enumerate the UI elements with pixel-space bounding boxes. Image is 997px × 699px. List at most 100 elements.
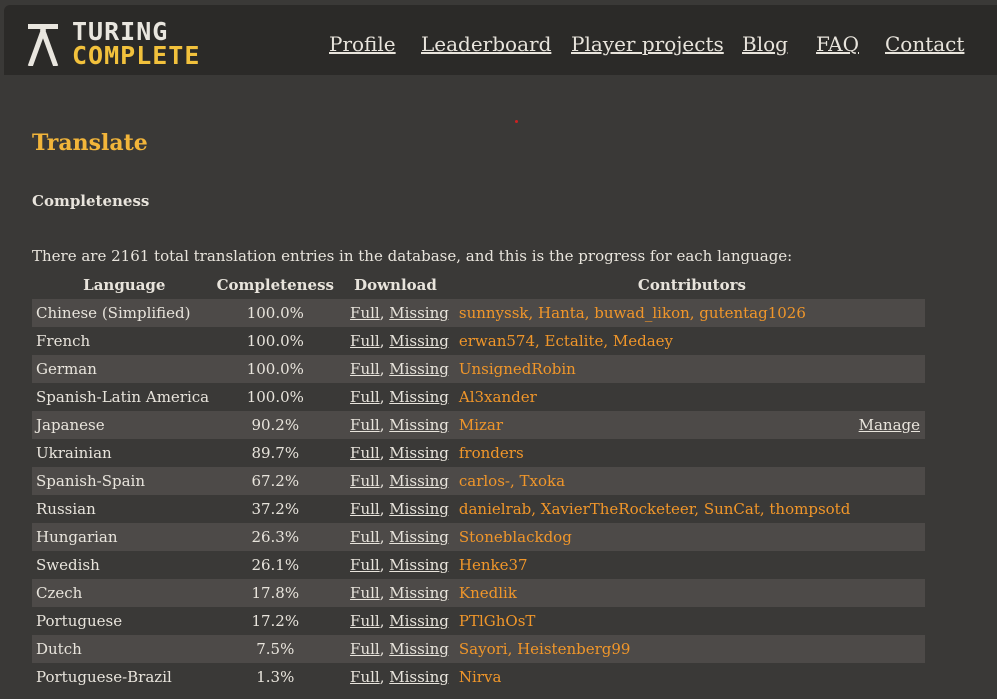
- nav-blog[interactable]: Blog: [742, 32, 788, 56]
- completeness-cell: 100.0%: [216, 327, 334, 355]
- download-missing-link[interactable]: Missing: [389, 416, 449, 434]
- download-missing-link[interactable]: Missing: [389, 332, 449, 350]
- download-separator: ,: [379, 360, 390, 378]
- download-full-link[interactable]: Full: [350, 500, 380, 518]
- download-full-link[interactable]: Full: [350, 444, 380, 462]
- download-missing-link[interactable]: Missing: [389, 360, 449, 378]
- download-cell: Full, Missing: [333, 411, 459, 439]
- manage-cell: [850, 327, 925, 355]
- completeness-cell: 90.2%: [216, 411, 334, 439]
- table-row: Ukrainian 89.7% Full, Missing fronders: [32, 439, 925, 467]
- completeness-cell: 17.2%: [216, 607, 334, 635]
- completeness-cell: 17.8%: [216, 579, 334, 607]
- language-cell: Russian: [32, 495, 217, 523]
- contributors-cell: UnsignedRobin: [458, 355, 851, 383]
- download-full-link[interactable]: Full: [350, 612, 380, 630]
- download-cell: Full, Missing: [333, 327, 459, 355]
- language-cell: Portuguese: [32, 607, 217, 635]
- download-full-link[interactable]: Full: [350, 472, 380, 490]
- table-row: Swedish 26.1% Full, Missing Henke37: [32, 551, 925, 579]
- language-cell: Czech: [32, 579, 217, 607]
- language-cell: German: [32, 355, 217, 383]
- contributors-cell: Sayori, Heistenberg99: [458, 635, 851, 663]
- download-full-link[interactable]: Full: [350, 304, 380, 322]
- language-cell: Portuguese-Brazil: [32, 663, 217, 691]
- download-cell: Full, Missing: [333, 439, 459, 467]
- language-cell: Dutch: [32, 635, 217, 663]
- download-missing-link[interactable]: Missing: [389, 472, 449, 490]
- manage-cell: Manage: [850, 411, 925, 439]
- download-missing-link[interactable]: Missing: [389, 528, 449, 546]
- download-missing-link[interactable]: Missing: [389, 444, 449, 462]
- contributors-cell: danielrab, XavierTheRocketeer, SunCat, t…: [458, 495, 851, 523]
- manage-cell: [850, 383, 925, 411]
- language-cell: Swedish: [32, 551, 217, 579]
- completeness-cell: 26.1%: [216, 551, 334, 579]
- header-download: Download: [354, 276, 437, 294]
- completeness-cell: 89.7%: [216, 439, 334, 467]
- language-cell: Ukrainian: [32, 439, 217, 467]
- language-cell: Spanish-Spain: [32, 467, 217, 495]
- completeness-cell: 7.5%: [216, 635, 334, 663]
- download-missing-link[interactable]: Missing: [389, 304, 449, 322]
- download-full-link[interactable]: Full: [350, 416, 380, 434]
- download-separator: ,: [379, 304, 390, 322]
- download-cell: Full, Missing: [333, 467, 459, 495]
- download-cell: Full, Missing: [333, 299, 459, 327]
- nav-player-projects[interactable]: Player projects: [571, 32, 724, 56]
- completeness-cell: 26.3%: [216, 523, 334, 551]
- download-cell: Full, Missing: [333, 383, 459, 411]
- download-missing-link[interactable]: Missing: [389, 668, 449, 686]
- download-missing-link[interactable]: Missing: [389, 584, 449, 602]
- download-missing-link[interactable]: Missing: [389, 612, 449, 630]
- nav-faq[interactable]: FAQ: [816, 32, 859, 56]
- download-separator: ,: [379, 500, 390, 518]
- download-separator: ,: [379, 668, 390, 686]
- header-completeness: Completeness: [216, 276, 334, 294]
- manage-cell: [850, 663, 925, 691]
- download-full-link[interactable]: Full: [350, 332, 380, 350]
- download-full-link[interactable]: Full: [350, 584, 380, 602]
- contributors-cell: erwan574, Ectalite, Medaey: [458, 327, 851, 355]
- contributors-cell: Stoneblackdog: [458, 523, 851, 551]
- contributors-cell: Knedlik: [458, 579, 851, 607]
- download-separator: ,: [379, 472, 390, 490]
- download-separator: ,: [379, 528, 390, 546]
- completeness-cell: 67.2%: [216, 467, 334, 495]
- download-full-link[interactable]: Full: [350, 360, 380, 378]
- table-row: Portuguese-Brazil 1.3% Full, Missing Nirva: [32, 663, 925, 691]
- download-full-link[interactable]: Full: [350, 388, 380, 406]
- table-row: Hungarian 26.3% Full, Missing Stoneblackdog: [32, 523, 925, 551]
- table-row: Dutch 7.5% Full, Missing Sayori, Heistenber…: [32, 635, 925, 663]
- manage-cell: [850, 439, 925, 467]
- nav-leaderboard[interactable]: Leaderboard: [421, 32, 551, 56]
- download-missing-link[interactable]: Missing: [389, 640, 449, 658]
- completeness-cell: 100.0%: [216, 299, 334, 327]
- table-body: Chinese (Simplified) 100.0% Full, Missing s…: [32, 299, 925, 691]
- download-cell: Full, Missing: [333, 635, 459, 663]
- manage-link[interactable]: Manage: [859, 416, 920, 434]
- table-row: Spanish-Latin America 100.0% Full, Missing…: [32, 383, 925, 411]
- download-full-link[interactable]: Full: [350, 668, 380, 686]
- section-heading: Completeness: [32, 192, 150, 210]
- nav-profile[interactable]: Profile: [329, 32, 396, 56]
- contributors-cell: fronders: [458, 439, 851, 467]
- completeness-cell: 100.0%: [216, 383, 334, 411]
- download-missing-link[interactable]: Missing: [389, 556, 449, 574]
- download-separator: ,: [379, 388, 390, 406]
- translation-table: Language Completeness Download Contribut…: [32, 271, 925, 691]
- download-full-link[interactable]: Full: [350, 640, 380, 658]
- header-contributors: Contributors: [637, 276, 746, 294]
- download-full-link[interactable]: Full: [350, 528, 380, 546]
- download-separator: ,: [379, 584, 390, 602]
- manage-cell: [850, 523, 925, 551]
- download-full-link[interactable]: Full: [350, 556, 380, 574]
- download-cell: Full, Missing: [333, 607, 459, 635]
- completeness-cell: 100.0%: [216, 355, 334, 383]
- main-nav: Profile Leaderboard Player projects Blog…: [4, 32, 997, 62]
- contributors-cell: Nirva: [458, 663, 851, 691]
- nav-contact[interactable]: Contact: [885, 32, 964, 56]
- header-language: Language: [83, 276, 166, 294]
- download-missing-link[interactable]: Missing: [389, 388, 449, 406]
- download-missing-link[interactable]: Missing: [389, 500, 449, 518]
